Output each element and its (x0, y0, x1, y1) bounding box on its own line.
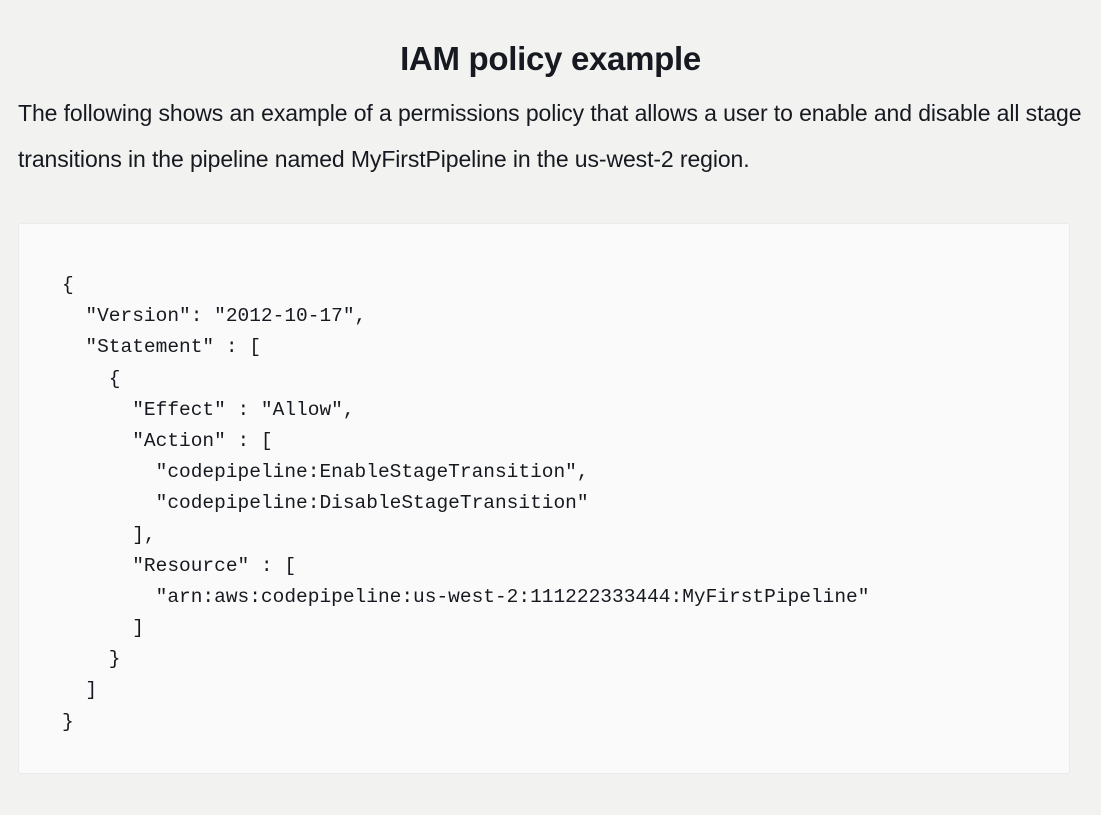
code-line: "arn:aws:codepipeline:us-west-2:11122233… (62, 585, 870, 608)
policy-json-code[interactable]: { "Version": "2012-10-17", "Statement" :… (62, 270, 869, 738)
code-line: "Effect" : "Allow", (62, 398, 355, 421)
page-title: IAM policy example (400, 40, 701, 77)
code-line: "codepipeline:EnableStageTransition", (62, 461, 589, 484)
code-line: ] (62, 679, 98, 702)
code-line: ], (62, 523, 156, 546)
code-line: "codepipeline:DisableStageTransition" (62, 492, 589, 515)
code-panel: { "Version": "2012-10-17", "Statement" :… (18, 223, 1070, 774)
code-line: "Action" : [ (62, 429, 273, 452)
code-line: "Resource" : [ (62, 554, 297, 577)
code-line: ] (62, 617, 144, 640)
intro-paragraph: The following shows an example of a perm… (18, 100, 1082, 172)
code-line: "Statement" : [ (62, 336, 261, 359)
code-line: } (62, 710, 74, 733)
code-line: { (62, 367, 121, 390)
code-line: "Version": "2012-10-17", (62, 305, 367, 328)
code-line: { (62, 274, 74, 296)
code-line: } (62, 648, 121, 671)
